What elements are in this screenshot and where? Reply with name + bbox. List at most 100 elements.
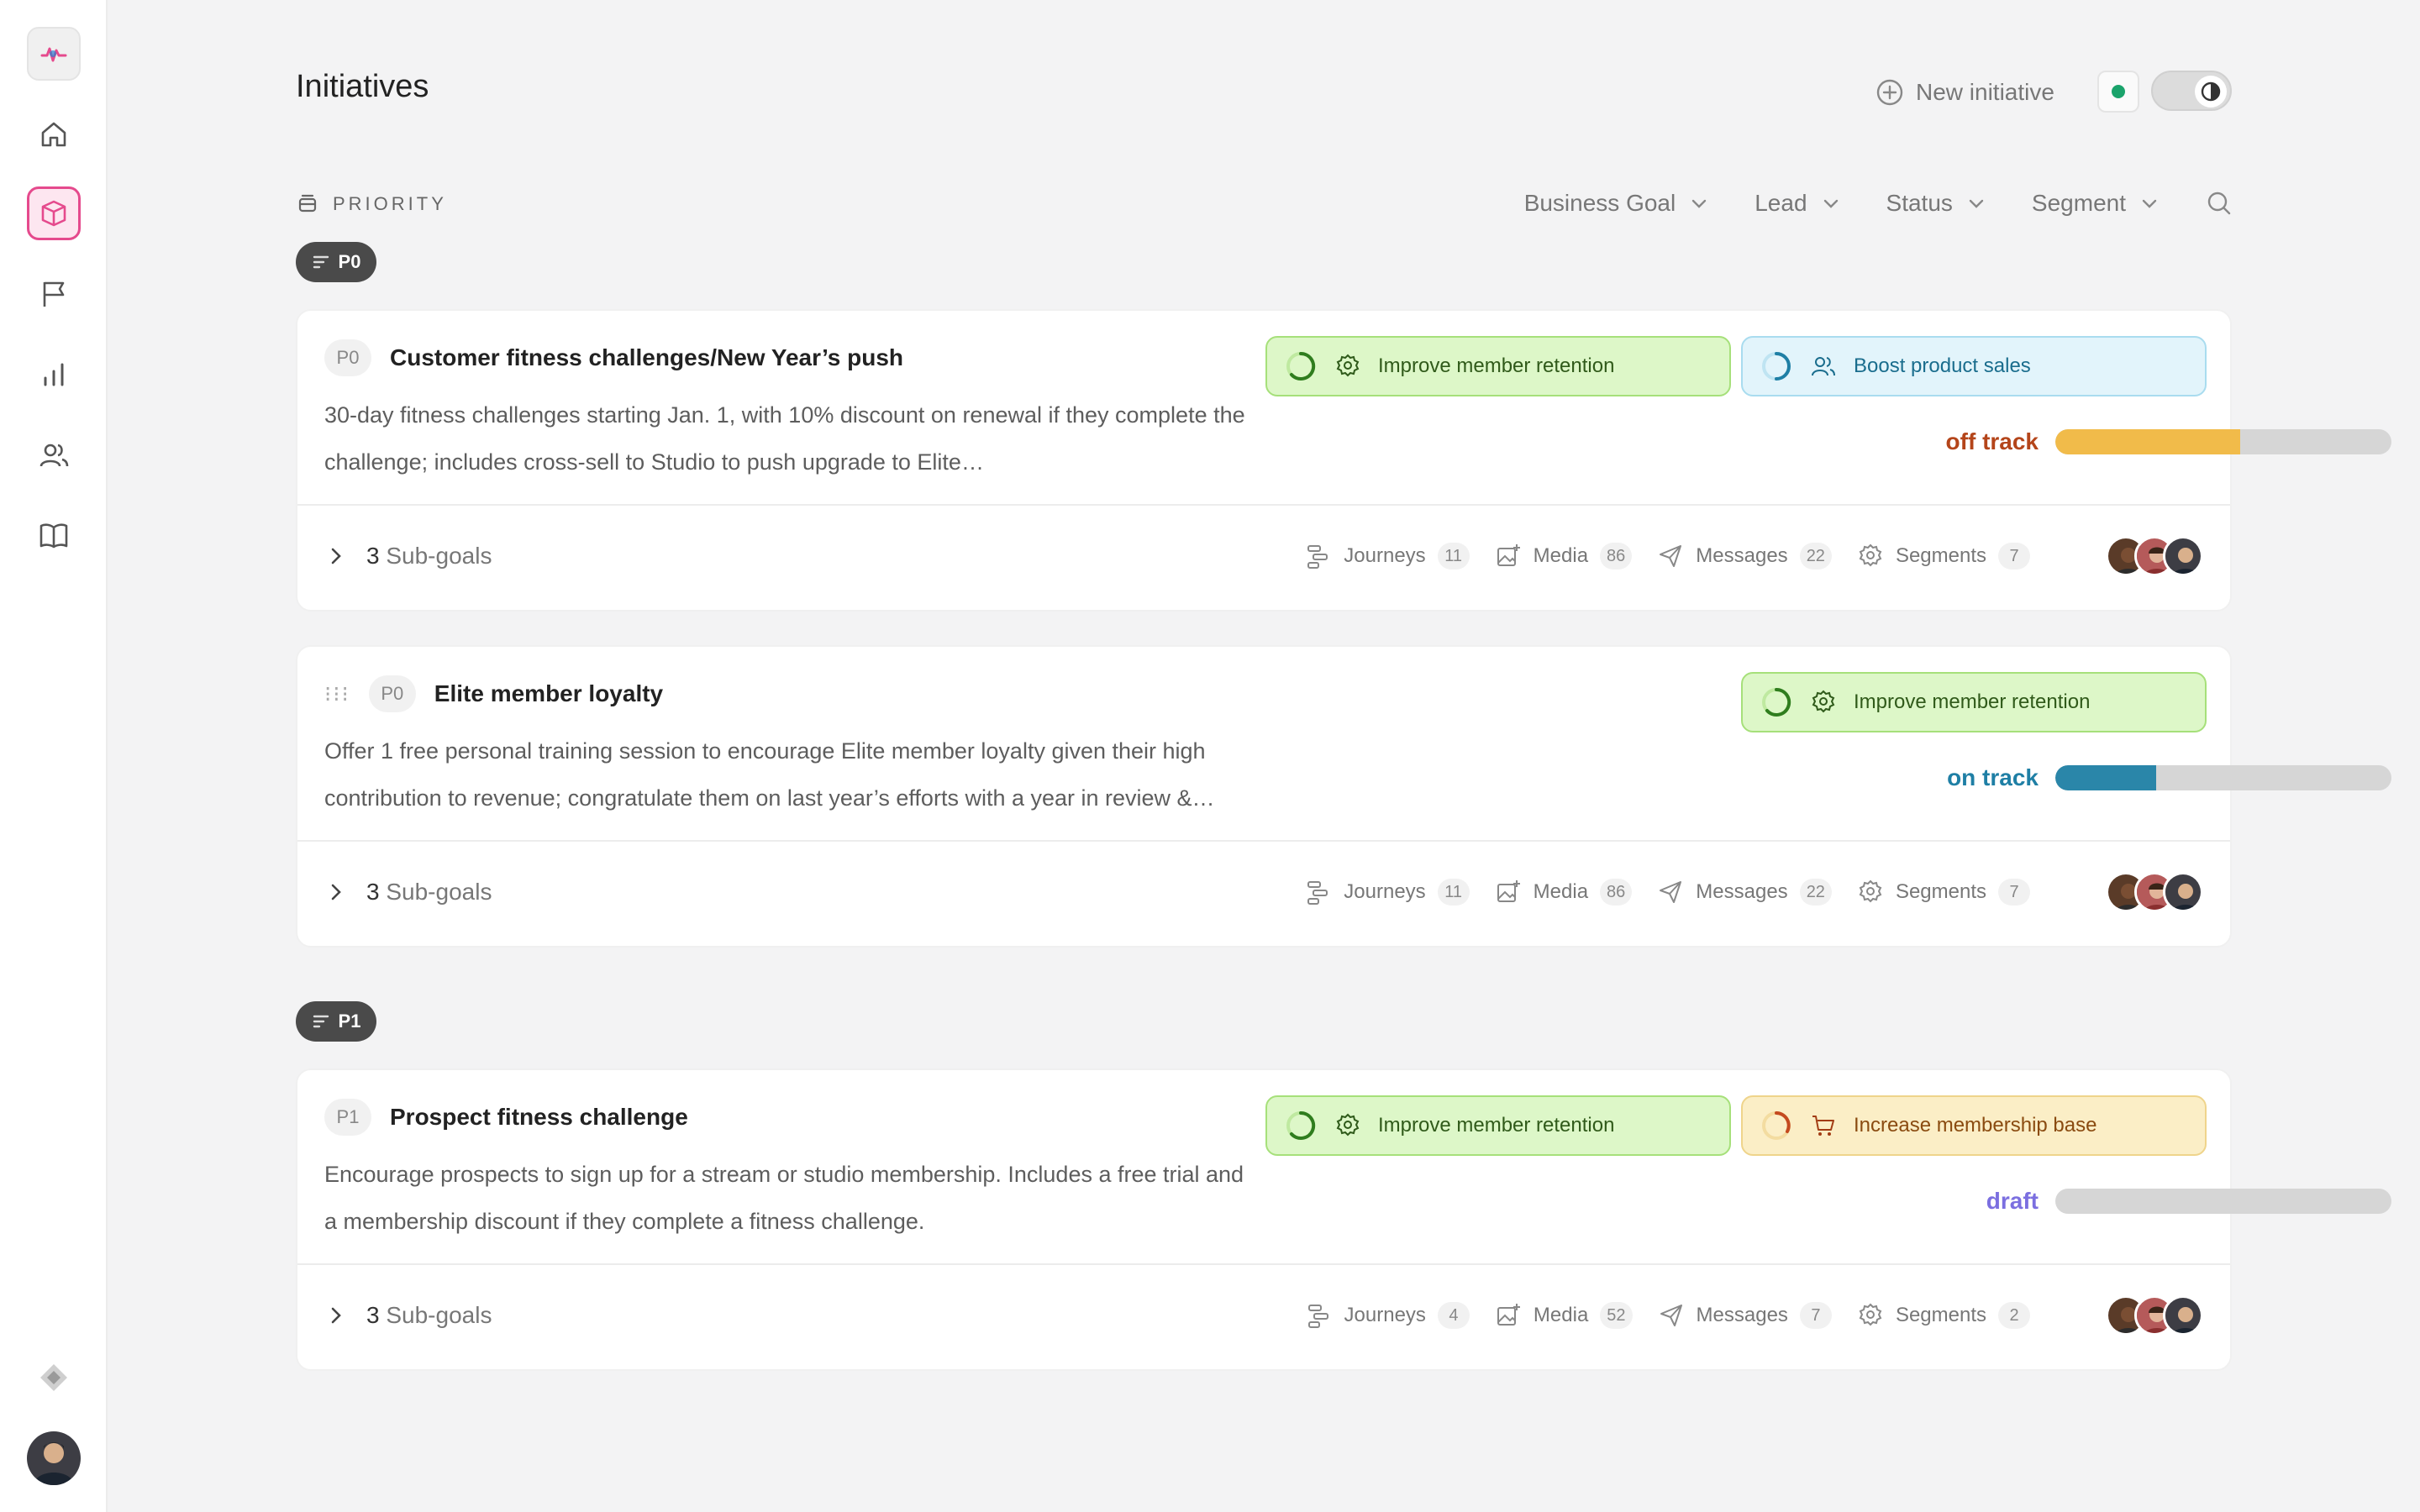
diamond-icon xyxy=(40,1364,67,1391)
filter-bar: Business Goal Lead Status Segment xyxy=(1524,186,2233,220)
segment-icon xyxy=(1859,543,1882,567)
progress-bar xyxy=(2055,765,2391,790)
stat-segments[interactable]: Segments 2 xyxy=(1857,1302,2030,1329)
stats: Journeys 11 Media 86 Messages 22 Segment… xyxy=(1305,543,2030,570)
progress-bar-fill xyxy=(2055,765,2156,790)
priority-icon xyxy=(313,1015,329,1028)
stat-messages[interactable]: Messages 7 xyxy=(1658,1302,1832,1329)
search-button[interactable] xyxy=(2205,189,2233,218)
stat-journeys[interactable]: Journeys 11 xyxy=(1305,543,1470,570)
filter-status[interactable]: Status xyxy=(1886,190,1986,217)
filter-label: Status xyxy=(1886,190,1953,216)
send-icon xyxy=(1660,1305,1682,1326)
priority-group-badge: P0 xyxy=(296,242,376,282)
progress-bar xyxy=(2055,1189,2391,1214)
image-plus-icon xyxy=(1497,544,1520,566)
subgoals-count: 3 xyxy=(366,543,380,569)
initiative-title[interactable]: Elite member loyalty xyxy=(434,680,663,707)
stat-label: Journeys xyxy=(1344,544,1426,567)
sidebar-item-library[interactable] xyxy=(27,509,81,563)
filter-lead[interactable]: Lead xyxy=(1754,190,1840,217)
team-avatars[interactable] xyxy=(2106,536,2203,576)
plus-circle-icon xyxy=(1876,79,1903,106)
goal-pill[interactable]: Improve member retention xyxy=(1265,336,1731,396)
drag-handle-icon[interactable]: ⁝⁝⁝ xyxy=(324,681,350,707)
sidebar-item-goals[interactable] xyxy=(27,267,81,321)
subgoals-toggle[interactable]: 3 Sub-goals xyxy=(324,879,492,906)
contrast-icon xyxy=(2195,76,2227,108)
user-avatar[interactable] xyxy=(27,1431,81,1485)
layers-icon xyxy=(298,194,317,213)
image-plus-icon xyxy=(1497,880,1520,902)
team-avatars[interactable] xyxy=(2106,872,2203,912)
stat-label: Journeys xyxy=(1344,1304,1426,1326)
filter-label: Lead xyxy=(1754,190,1807,216)
initiative-card[interactable]: P0 Customer fitness challenges/New Year’… xyxy=(296,309,2391,612)
progress-ring-icon xyxy=(1286,351,1316,381)
filter-business-goal[interactable]: Business Goal xyxy=(1524,190,1710,217)
stat-media[interactable]: Media 86 xyxy=(1495,879,1633,906)
badge-icon xyxy=(1336,354,1360,377)
subgoals-label: Sub-goals xyxy=(386,879,492,905)
status-text: on track xyxy=(1947,764,2039,790)
flag-icon xyxy=(43,281,65,307)
stat-segments[interactable]: Segments 7 xyxy=(1857,879,2030,906)
subgoals-toggle[interactable]: 3 Sub-goals xyxy=(324,1302,492,1329)
stat-label: Messages xyxy=(1696,544,1788,567)
stat-count: 4 xyxy=(1437,1302,1470,1329)
stat-count: 7 xyxy=(1998,543,2030,570)
theme-toggle[interactable] xyxy=(2151,71,2232,111)
chart-icon xyxy=(44,363,64,386)
sidebar-item-home[interactable] xyxy=(27,108,81,161)
stat-messages[interactable]: Messages 22 xyxy=(1657,879,1832,906)
chevron-down-icon xyxy=(1823,199,1838,208)
new-initiative-button[interactable]: New initiative xyxy=(1876,74,2054,111)
group-by-priority[interactable]: PRIORITY xyxy=(296,190,447,218)
filter-segment[interactable]: Segment xyxy=(2032,190,2160,217)
stat-messages[interactable]: Messages 22 xyxy=(1657,543,1832,570)
subgoals-label: Sub-goals xyxy=(386,543,492,569)
goal-label: Boost product sales xyxy=(1854,354,2031,377)
stat-count: 86 xyxy=(1600,543,1633,570)
sidebar-item-audience[interactable] xyxy=(27,428,81,482)
stats: Journeys 11 Media 86 Messages 22 Segment… xyxy=(1305,879,2030,906)
app-logo-button[interactable] xyxy=(27,27,81,81)
initiative-title[interactable]: Prospect fitness challenge xyxy=(390,1104,688,1131)
chevron-right-icon xyxy=(331,548,341,564)
send-icon xyxy=(1660,545,1682,567)
team-avatars[interactable] xyxy=(2106,1295,2203,1336)
stat-journeys[interactable]: Journeys 11 xyxy=(1305,879,1470,906)
stat-count: 11 xyxy=(1437,879,1470,906)
progress-ring-icon xyxy=(1762,1111,1791,1140)
segment-icon xyxy=(1859,879,1882,903)
initiative-card[interactable]: P1 Prospect fitness challenge Encourage … xyxy=(296,1068,2391,1371)
progress-bar xyxy=(2055,429,2391,454)
logo-icon xyxy=(40,47,67,62)
goal-pill[interactable]: Increase membership base xyxy=(1741,1095,2207,1156)
progress-ring-icon xyxy=(1762,687,1791,717)
sidebar-item-initiatives[interactable] xyxy=(27,186,81,240)
card-header: P1 Prospect fitness challenge xyxy=(324,1097,688,1137)
stat-label: Journeys xyxy=(1344,880,1426,903)
stat-journeys[interactable]: Journeys 4 xyxy=(1306,1302,1470,1329)
goal-label: Improve member retention xyxy=(1378,354,1615,377)
priority-group-label: P1 xyxy=(338,1011,361,1032)
subgoals-toggle[interactable]: 3 Sub-goals xyxy=(324,543,492,570)
stat-media[interactable]: Media 52 xyxy=(1495,1302,1633,1329)
card-header: ⁝⁝⁝ P0 Elite member loyalty xyxy=(324,674,663,714)
stat-media[interactable]: Media 86 xyxy=(1495,543,1633,570)
goal-pill[interactable]: Improve member retention xyxy=(1741,672,2207,732)
sidebar-item-analytics[interactable] xyxy=(27,348,81,402)
card-divider xyxy=(297,1263,2230,1265)
sidebar-item-integrations[interactable] xyxy=(27,1351,81,1404)
initiative-title[interactable]: Customer fitness challenges/New Year’s p… xyxy=(390,344,903,371)
initiative-card[interactable]: ⁝⁝⁝ P0 Elite member loyalty Offer 1 free… xyxy=(296,645,2391,948)
priority-tag: P0 xyxy=(324,339,371,376)
goal-pill[interactable]: Improve member retention xyxy=(1265,1095,1731,1156)
status-indicator[interactable] xyxy=(2097,71,2139,113)
initiative-description: Offer 1 free personal training session t… xyxy=(324,738,1215,811)
avatar xyxy=(2163,1295,2203,1336)
stat-segments[interactable]: Segments 7 xyxy=(1857,543,2030,570)
goal-pill[interactable]: Boost product sales xyxy=(1741,336,2207,396)
stat-count: 7 xyxy=(1998,879,2030,906)
